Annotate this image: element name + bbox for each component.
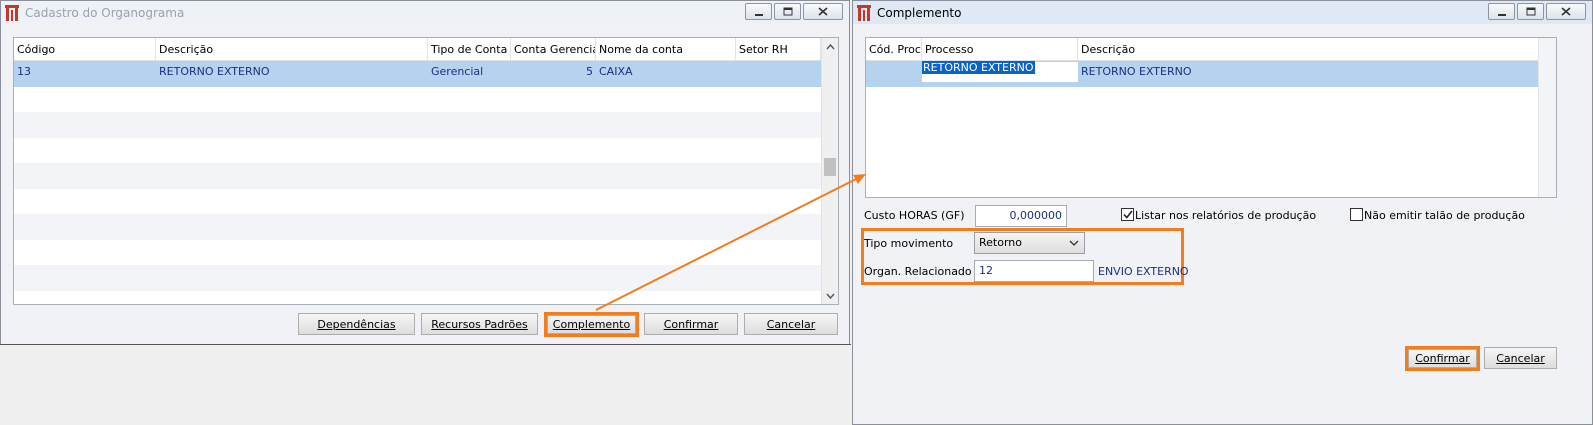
annotation-arrow-layer [595,174,866,311]
annotation-arrow-line [595,175,863,311]
